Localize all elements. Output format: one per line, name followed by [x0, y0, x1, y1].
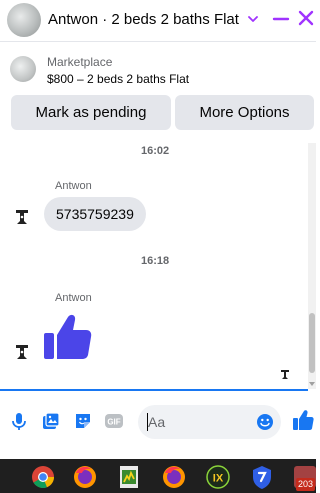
- chevron-down-icon[interactable]: [246, 12, 260, 26]
- minimize-icon[interactable]: [272, 10, 290, 28]
- chat-header: Antwon · 2 beds 2 baths Flat: [0, 0, 316, 42]
- message-list[interactable]: 16:02 Antwon 5735759239 16:18 Antwon: [0, 143, 316, 389]
- firefox-icon[interactable]: [72, 464, 98, 490]
- close-icon[interactable]: [297, 9, 315, 27]
- scrollbar-thumb[interactable]: [309, 313, 315, 373]
- message-timestamp: 16:18: [141, 255, 170, 267]
- spreadsheet-icon[interactable]: [116, 464, 142, 490]
- sender-avatar[interactable]: [11, 206, 33, 228]
- mic-icon[interactable]: [9, 411, 29, 431]
- message-scrollbar[interactable]: [308, 143, 316, 389]
- message-input-wrapper[interactable]: [138, 405, 281, 439]
- message-bubble[interactable]: 5735759239: [44, 197, 146, 231]
- chrome-icon[interactable]: [30, 464, 56, 490]
- more-options-button[interactable]: More Options: [175, 95, 314, 130]
- read-receipt-avatar: [281, 370, 289, 379]
- sender-name: Antwon: [55, 292, 92, 304]
- message-composer: GIF: [0, 391, 316, 451]
- contact-avatar[interactable]: [7, 3, 41, 37]
- photo-icon[interactable]: [41, 411, 61, 431]
- listing-thumbnail[interactable]: [10, 56, 36, 82]
- notification-badge: 203: [296, 478, 316, 491]
- ix-icon[interactable]: IX: [205, 464, 231, 490]
- scroll-down-arrow[interactable]: [309, 382, 315, 386]
- mark-as-pending-button[interactable]: Mark as pending: [11, 95, 171, 130]
- chat-title[interactable]: Antwon · 2 beds 2 baths Flat: [48, 11, 239, 28]
- gif-icon[interactable]: GIF: [104, 411, 124, 431]
- svg-text:IX: IX: [213, 473, 224, 485]
- like-icon[interactable]: [292, 409, 314, 431]
- gif-label: GIF: [107, 418, 120, 427]
- shield-icon[interactable]: [249, 464, 275, 490]
- emoji-icon[interactable]: [256, 413, 274, 431]
- firefox-icon[interactable]: [161, 464, 187, 490]
- thumbs-up-icon[interactable]: [42, 311, 94, 363]
- message-input[interactable]: [148, 412, 253, 432]
- marketplace-label: Marketplace: [47, 55, 113, 69]
- listing-summary[interactable]: $800 – 2 beds 2 baths Flat: [47, 72, 189, 86]
- marketplace-banner: Marketplace $800 – 2 beds 2 baths Flat M…: [0, 43, 316, 143]
- os-taskbar: IX 203: [0, 459, 316, 493]
- message-timestamp: 16:02: [141, 145, 170, 157]
- sender-avatar[interactable]: [11, 341, 33, 363]
- sender-name: Antwon: [55, 180, 92, 192]
- sticker-icon[interactable]: [73, 411, 93, 431]
